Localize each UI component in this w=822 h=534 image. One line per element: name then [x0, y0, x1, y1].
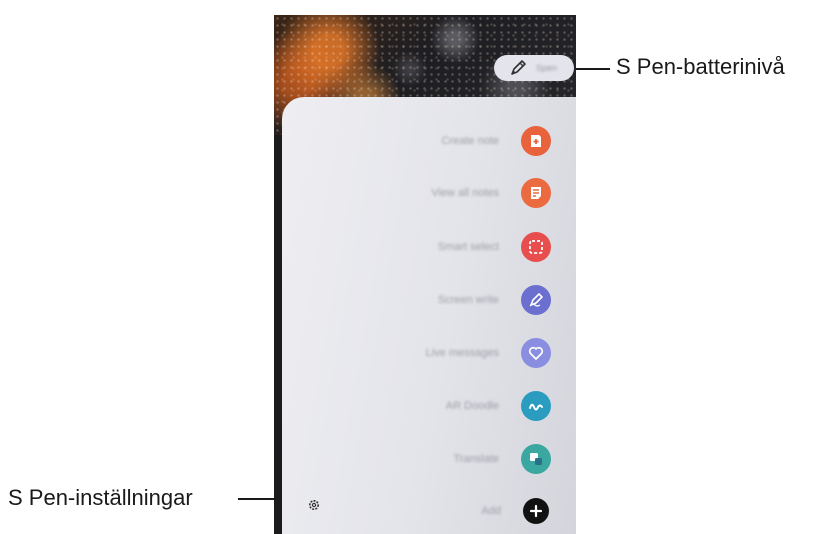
menu-item-label: Translate: [453, 453, 499, 465]
menu-item-live-messages[interactable]: Live messages: [426, 337, 551, 369]
s-pen-icon: [508, 58, 528, 78]
battery-text: Spen: [536, 63, 558, 73]
notes-list-icon: [521, 178, 551, 208]
menu-item-label: Add: [481, 505, 501, 517]
menu-item-screen-write[interactable]: Screen write: [438, 284, 551, 316]
settings-callout-label: S Pen-inställningar: [8, 485, 193, 510]
s-pen-battery-indicator[interactable]: Spen: [494, 55, 574, 81]
settings-gear-button[interactable]: [306, 497, 322, 513]
menu-item-add[interactable]: Add: [481, 495, 551, 527]
menu-item-label: Live messages: [425, 347, 499, 359]
phone-screen: Spen Create note View all notes Smart se…: [274, 15, 576, 534]
air-command-panel: Create note View all notes Smart select: [282, 97, 576, 534]
create-note-icon: [521, 126, 551, 156]
gear-icon: [307, 498, 321, 512]
menu-item-ar-doodle[interactable]: AR Doodle: [446, 390, 551, 422]
menu-item-label: Create note: [441, 135, 499, 147]
menu-item-label: View all notes: [431, 187, 499, 199]
menu-item-view-notes[interactable]: View all notes: [431, 177, 551, 209]
menu-item-smart-select[interactable]: Smart select: [438, 231, 551, 263]
menu-item-translate[interactable]: Translate: [454, 443, 551, 475]
ar-doodle-icon: [521, 391, 551, 421]
heart-message-icon: [521, 338, 551, 368]
menu-item-label: AR Doodle: [445, 400, 499, 412]
menu-item-label: Smart select: [437, 241, 499, 253]
smart-select-icon: [521, 232, 551, 262]
menu-item-label: Screen write: [437, 294, 499, 306]
battery-callout-line: [574, 68, 610, 70]
menu-item-create-note[interactable]: Create note: [442, 125, 551, 157]
battery-callout-label: S Pen-batterinivå: [616, 54, 785, 79]
translate-icon: [521, 444, 551, 474]
add-icon: [523, 498, 549, 524]
screen-write-icon: [521, 285, 551, 315]
